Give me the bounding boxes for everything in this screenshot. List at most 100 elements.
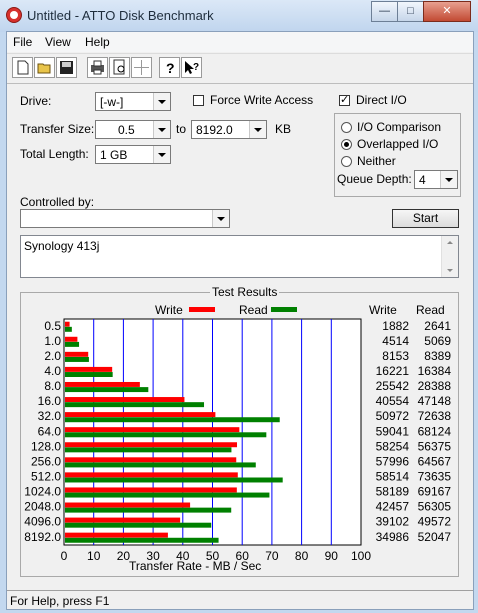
read-bar xyxy=(65,477,283,483)
new-button[interactable] xyxy=(12,57,33,78)
open-button[interactable] xyxy=(34,57,55,78)
menu-file[interactable]: File xyxy=(13,35,32,49)
maximize-button[interactable]: □ xyxy=(397,1,424,22)
write-bar xyxy=(65,472,238,478)
write-value: 4514 xyxy=(382,334,409,348)
neither-radio[interactable] xyxy=(341,156,352,167)
force-write-label: Force Write Access xyxy=(210,93,314,107)
y-tick-label: 1.0 xyxy=(44,334,61,348)
menu-view[interactable]: View xyxy=(45,35,71,49)
print-button[interactable] xyxy=(87,57,108,78)
kb-label: KB xyxy=(275,122,292,136)
new-icon xyxy=(17,60,29,75)
print-preview-button[interactable] xyxy=(109,57,130,78)
y-tick-label: 0.5 xyxy=(44,319,61,333)
context-help-button[interactable]: ? xyxy=(181,57,202,78)
io-comparison-label: I/O Comparison xyxy=(357,120,442,134)
controlled-by-select[interactable] xyxy=(20,209,230,228)
transfer-size-label: Transfer Size: xyxy=(20,122,95,136)
read-legend-swatch xyxy=(271,307,297,312)
write-bar xyxy=(65,412,216,418)
start-button[interactable]: Start xyxy=(392,209,459,228)
read-bar xyxy=(65,402,205,408)
read-bar xyxy=(65,432,267,438)
read-bar xyxy=(65,522,212,528)
read-value: 28388 xyxy=(418,379,452,393)
controlled-by-label: Controlled by: xyxy=(20,195,95,209)
y-tick-label: 4.0 xyxy=(44,364,61,378)
overlapped-io-radio[interactable] xyxy=(341,139,352,150)
window-client: File View Help ? ? Drive: [-w-] Force Wr… xyxy=(6,31,474,610)
chevron-down-icon xyxy=(249,121,266,138)
transfer-size-from-select[interactable]: 0.5 xyxy=(95,120,171,139)
write-value: 40554 xyxy=(376,394,410,408)
print-icon xyxy=(91,60,104,75)
read-bar xyxy=(65,417,280,423)
direct-io-checkbox[interactable]: ✓ xyxy=(339,95,350,106)
status-text: For Help, press F1 xyxy=(10,594,110,608)
write-bar xyxy=(65,366,113,372)
read-bar xyxy=(65,356,89,362)
svg-text:?: ? xyxy=(166,60,175,76)
svg-text:?: ? xyxy=(193,62,199,73)
queue-depth-select[interactable]: 4 xyxy=(414,170,458,189)
close-button[interactable]: ✕ xyxy=(423,1,471,22)
total-length-select[interactable]: 1 GB xyxy=(95,145,171,164)
read-bar xyxy=(65,326,72,332)
write-value: 1882 xyxy=(382,319,409,333)
x-tick-label: 100 xyxy=(351,549,371,563)
context-help-icon: ? xyxy=(185,61,199,74)
write-value: 57996 xyxy=(376,454,410,468)
transfer-size-to-select[interactable]: 8192.0 xyxy=(191,120,267,139)
read-bar xyxy=(65,372,113,378)
total-length-value: 1 GB xyxy=(100,148,128,162)
write-bar xyxy=(65,381,140,387)
move-button[interactable] xyxy=(131,57,152,78)
chevron-down-icon xyxy=(153,146,170,163)
test-results-group: 0 10 20 30 40 50 60 70 80 90 100 0.5 1882 2641 1.0 4514… xyxy=(20,285,459,577)
drive-label: Drive: xyxy=(20,94,52,108)
queue-depth-value: 4 xyxy=(419,173,426,187)
read-value: 47148 xyxy=(418,394,452,408)
write-column-header: Write xyxy=(369,303,397,317)
write-bar xyxy=(65,336,78,342)
help-button[interactable]: ? xyxy=(159,57,180,78)
write-value: 39102 xyxy=(376,515,410,529)
description-scrollbar[interactable] xyxy=(441,236,458,277)
chevron-down-icon xyxy=(212,210,229,227)
force-write-checkbox[interactable] xyxy=(193,95,204,106)
drive-select[interactable]: [-w-] xyxy=(95,92,171,111)
read-value: 8389 xyxy=(424,349,451,363)
total-length-label: Total Length: xyxy=(20,147,89,161)
app-icon xyxy=(6,7,22,23)
write-bar xyxy=(65,532,168,538)
menu-help[interactable]: Help xyxy=(85,35,110,49)
direct-io-label: Direct I/O xyxy=(356,93,407,107)
write-value: 59041 xyxy=(376,424,410,438)
neither-label: Neither xyxy=(357,154,396,168)
write-bar xyxy=(65,321,70,327)
io-comparison-radio[interactable] xyxy=(341,122,352,133)
y-tick-label: 8192.0 xyxy=(24,530,61,544)
toolbar: ? ? xyxy=(7,53,473,84)
write-legend-swatch xyxy=(189,307,215,312)
save-button[interactable] xyxy=(56,57,77,78)
read-value: 68124 xyxy=(418,424,452,438)
print-preview-icon xyxy=(113,59,125,75)
y-tick-label: 64.0 xyxy=(38,424,62,438)
transfer-to-value: 8192.0 xyxy=(196,123,233,137)
write-bar xyxy=(65,487,237,493)
description-textbox[interactable]: Synology 413j xyxy=(20,235,459,278)
y-tick-label: 4096.0 xyxy=(24,515,61,529)
move-icon xyxy=(134,60,149,75)
write-bar xyxy=(65,517,181,523)
minimize-button[interactable]: — xyxy=(371,1,398,22)
write-value: 58514 xyxy=(376,470,410,484)
read-value: 16384 xyxy=(418,364,452,378)
write-bar xyxy=(65,427,240,433)
read-value: 52047 xyxy=(418,530,452,544)
description-text: Synology 413j xyxy=(24,239,100,253)
y-tick-label: 2.0 xyxy=(44,349,61,363)
write-value: 34986 xyxy=(376,530,410,544)
read-value: 73635 xyxy=(418,470,452,484)
